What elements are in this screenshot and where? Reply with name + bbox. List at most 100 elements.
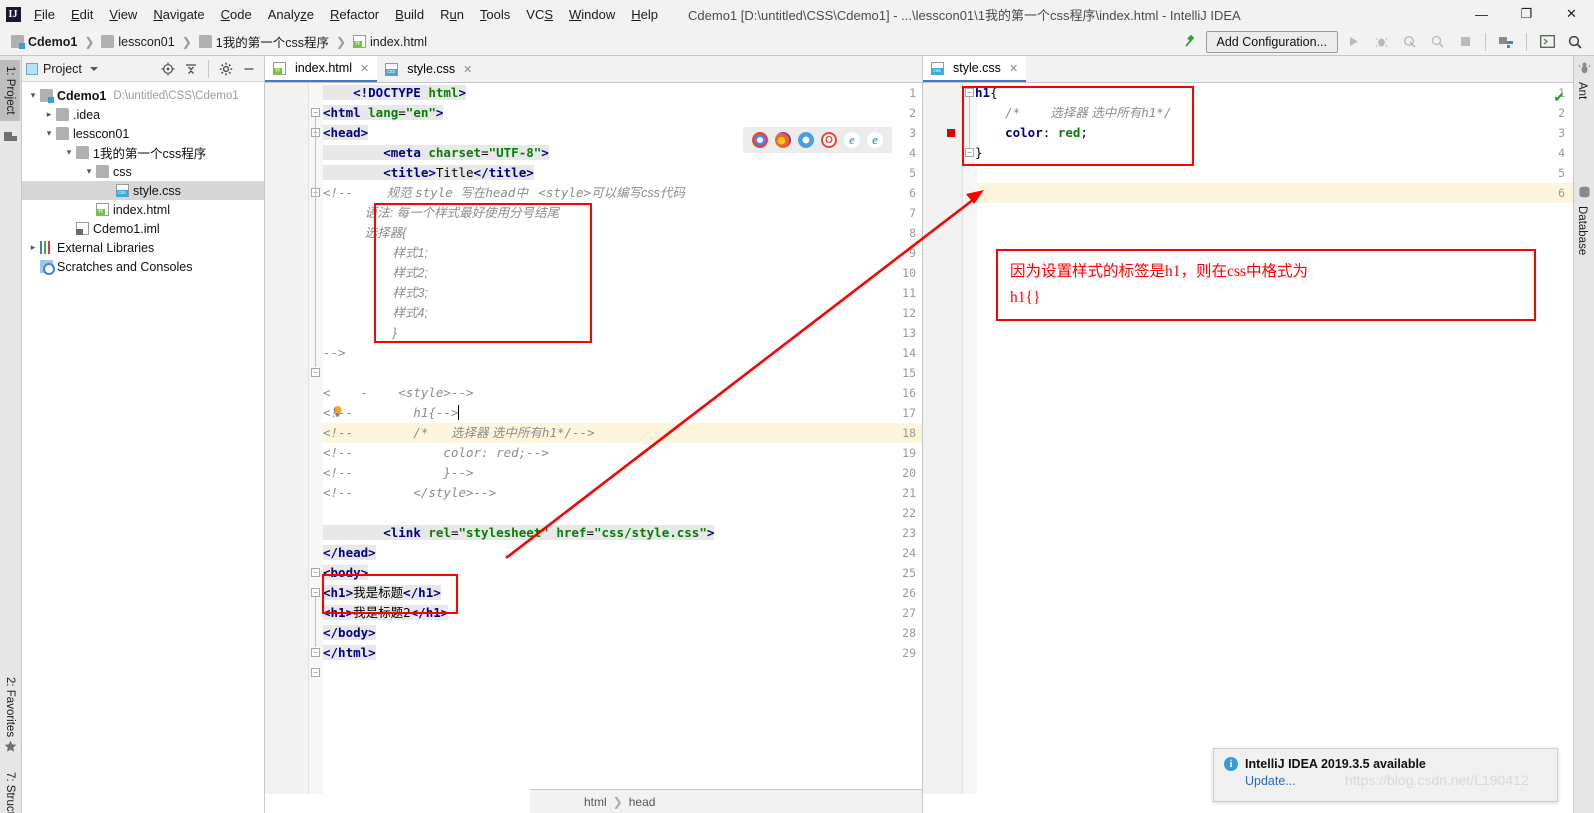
chevron-down-icon[interactable]: ▾ <box>26 90 40 101</box>
breadcrumb-item-project[interactable]: Cdemo1 <box>8 34 80 50</box>
code-area-index-html[interactable]: 1 2 3 4 5 6 7 8 9 10 11 12 13 14 15 16 1… <box>265 83 922 794</box>
menu-analyze[interactable]: Analyze <box>260 5 322 24</box>
maximize-button[interactable]: ❐ <box>1504 0 1549 28</box>
locate-icon[interactable] <box>157 58 179 80</box>
tree-node-css-program[interactable]: ▾ 1我的第一个css程序 <box>22 143 264 162</box>
fold-marker[interactable]: − <box>311 568 320 577</box>
fold-marker[interactable]: − <box>965 148 974 157</box>
tree-node-css[interactable]: ▾ css <box>22 162 264 181</box>
close-icon[interactable]: ✕ <box>463 63 472 76</box>
chevron-down-icon[interactable]: ▾ <box>42 128 56 139</box>
build-icon[interactable] <box>1178 30 1204 54</box>
menu-file[interactable]: File <box>26 5 63 24</box>
breadcrumb-item-css-program[interactable]: 1我的第一个css程序 <box>196 31 332 52</box>
tree-node-index-html[interactable]: index.html <box>22 200 264 219</box>
breadcrumb-label: 1我的第一个css程序 <box>215 36 329 50</box>
css-file-icon <box>385 62 399 76</box>
menu-build[interactable]: Build <box>387 5 432 24</box>
fold-marker[interactable]: − <box>311 648 320 657</box>
add-configuration-button[interactable]: Add Configuration... <box>1205 30 1338 53</box>
menu-tools[interactable]: Tools <box>472 5 518 24</box>
project-tool-window: Project ▾ Cdemo1 D:\untitled\CSS\Cdemo1 … <box>22 56 265 813</box>
intellij-logo-icon: IJ <box>5 6 21 22</box>
menu-code[interactable]: Code <box>213 5 260 24</box>
status-breadcrumb-html[interactable]: html <box>584 795 607 809</box>
close-button[interactable]: ✕ <box>1549 0 1594 28</box>
tab-style-css-right[interactable]: style.css ✕ <box>923 56 1027 82</box>
chevron-right-icon[interactable]: ▸ <box>26 242 40 253</box>
close-icon[interactable]: ✕ <box>1009 62 1018 75</box>
fold-marker[interactable]: − <box>311 368 320 377</box>
status-breadcrumb-head[interactable]: head <box>629 795 656 809</box>
edge-icon[interactable]: e <box>867 132 883 148</box>
tree-node-label: Cdemo1.iml <box>93 221 160 236</box>
menu-navigate[interactable]: Navigate <box>145 5 212 24</box>
debug-icon[interactable] <box>1368 30 1394 54</box>
chrome-icon[interactable] <box>752 132 768 148</box>
stop-icon[interactable] <box>1452 30 1478 54</box>
folder-module-icon <box>40 89 54 103</box>
tree-node-external-libraries[interactable]: ▸ External Libraries <box>22 238 264 257</box>
hide-icon[interactable] <box>238 58 260 80</box>
breadcrumb-separator: ❯ <box>335 34 347 49</box>
menu-help[interactable]: Help <box>623 5 666 24</box>
profile-icon[interactable] <box>1424 30 1450 54</box>
search-everywhere-icon[interactable] <box>1562 30 1588 54</box>
close-icon[interactable]: ✕ <box>360 62 369 75</box>
minimize-button[interactable]: — <box>1459 0 1504 28</box>
tool-tab-label: 1: Project <box>4 66 16 115</box>
breadcrumb-item-index-html[interactable]: index.html <box>350 34 430 50</box>
menu-vcs[interactable]: VCS <box>518 5 561 24</box>
menu-run[interactable]: Run <box>432 5 472 24</box>
code-content-left[interactable]: <!DOCTYPE html> <html lang="en"> <head> … <box>323 83 922 794</box>
run-icon[interactable] <box>1340 30 1366 54</box>
tree-node-cdemo1[interactable]: ▾ Cdemo1 D:\untitled\CSS\Cdemo1 <box>22 86 264 105</box>
sidebar-item-ant[interactable]: Ant <box>1576 82 1588 99</box>
settings-gear-icon[interactable] <box>215 58 237 80</box>
notification-title: IntelliJ IDEA 2019.3.5 available <box>1245 757 1426 771</box>
tab-style-css[interactable]: style.css ✕ <box>377 56 481 82</box>
code-area-style-css[interactable]: 1 2 3 4 5 6 − − h1{ /* 选择器 选中所有h1*/ colo… <box>923 83 1573 794</box>
menu-view[interactable]: View <box>101 5 145 24</box>
tab-index-html[interactable]: index.html ✕ <box>265 56 378 82</box>
tree-node-label: Scratches and Consoles <box>57 259 193 274</box>
fold-marker[interactable]: − <box>311 588 320 597</box>
folder-icon <box>76 146 89 159</box>
chevron-right-icon[interactable]: ▸ <box>42 109 56 120</box>
tab-label: style.css <box>407 62 456 76</box>
breadcrumb-separator: ❯ <box>84 34 95 49</box>
library-icon <box>40 241 53 254</box>
code-content-right[interactable]: h1{ /* 选择器 选中所有h1*/ color: red; } <box>975 83 1573 794</box>
chevron-down-icon[interactable]: ▾ <box>82 166 96 177</box>
menu-refactor[interactable]: Refactor <box>322 5 387 24</box>
breadcrumb-item-lesscon01[interactable]: lesscon01 <box>98 34 177 50</box>
tree-node-lesscon01[interactable]: ▾ lesscon01 <box>22 124 264 143</box>
firefox-icon[interactable] <box>775 132 791 148</box>
fold-marker[interactable]: − <box>311 668 320 677</box>
collapse-all-icon[interactable] <box>180 58 202 80</box>
safari-icon[interactable] <box>798 132 814 148</box>
fold-marker[interactable]: − <box>965 88 974 97</box>
sidebar-item-structure[interactable]: 7: Structure <box>0 766 20 813</box>
editor-tab-strip-left: index.html ✕ style.css ✕ <box>265 56 922 83</box>
color-swatch-gutter-icon[interactable] <box>947 129 955 137</box>
menu-window[interactable]: Window <box>561 5 623 24</box>
tree-node-cdemo1-iml[interactable]: Cdemo1.iml <box>22 219 264 238</box>
tree-node-idea[interactable]: ▸ .idea <box>22 105 264 124</box>
opera-icon[interactable]: O <box>821 132 837 148</box>
tree-node-scratches-consoles[interactable]: Scratches and Consoles <box>22 257 264 276</box>
terminal-icon[interactable] <box>1534 30 1560 54</box>
sidebar-item-database[interactable]: Database <box>1576 206 1588 255</box>
tree-node-style-css[interactable]: style.css <box>22 181 264 200</box>
project-panel-label: Project <box>43 61 82 76</box>
run-coverage-icon[interactable] <box>1396 30 1422 54</box>
project-panel-title[interactable]: Project <box>26 62 98 76</box>
project-structure-icon[interactable] <box>1493 30 1519 54</box>
fold-marker[interactable]: − <box>311 108 320 117</box>
inspection-ok-icon[interactable]: ✔ <box>1553 89 1565 106</box>
chevron-down-icon[interactable]: ▾ <box>62 147 76 158</box>
menu-edit[interactable]: Edit <box>63 5 101 24</box>
sidebar-item-project[interactable]: 1: Project <box>0 60 20 121</box>
sidebar-item-favorites[interactable]: 2: Favorites <box>0 671 20 743</box>
internet-explorer-icon[interactable]: e <box>844 132 860 148</box>
